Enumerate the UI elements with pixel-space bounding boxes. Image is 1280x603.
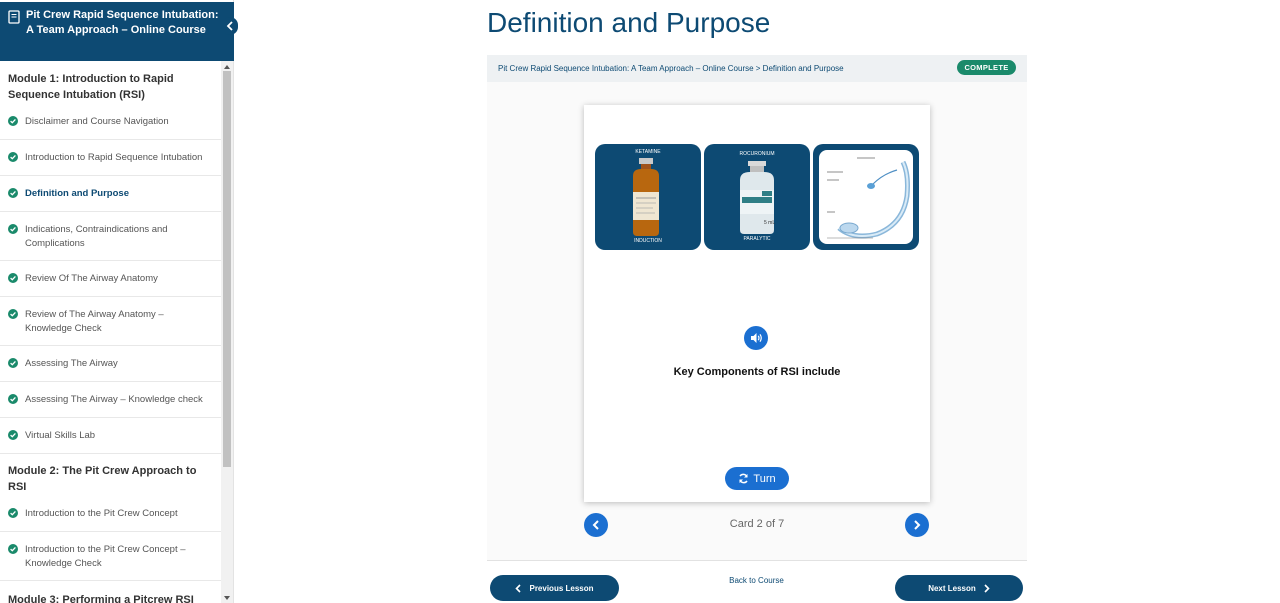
image-bottom-label: INDUCTION [634, 238, 662, 244]
collapse-sidebar-button[interactable] [222, 17, 238, 35]
lesson-item[interactable]: Review Of The Airway Anatomy [0, 272, 221, 297]
rocuronium-image: ROCURONIUM 5 mL PARALYTIC [704, 144, 810, 250]
module-title: Module 3: Performing a Pitcrew RSI [8, 594, 194, 603]
page-title: Definition and Purpose [487, 7, 771, 38]
turn-card-button[interactable]: Turn [725, 467, 789, 490]
course-header[interactable]: Pit Crew Rapid Sequence Intubation: A Te… [0, 2, 234, 61]
lesson-item[interactable]: Virtual Skills Lab [0, 429, 221, 454]
lesson-item[interactable]: Disclaimer and Course Navigation [0, 115, 221, 140]
image-bottom-label: PARALYTIC [743, 236, 771, 242]
course-title: Pit Crew Rapid Sequence Intubation: A Te… [26, 9, 219, 36]
scroll-up-arrow-icon[interactable] [224, 65, 230, 69]
breadcrumb[interactable]: Pit Crew Rapid Sequence Intubation: A Te… [498, 64, 844, 73]
previous-lesson-label: Previous Lesson [529, 583, 594, 593]
card-counter: Card 2 of 7 [729, 518, 785, 530]
lesson-item[interactable]: Review of The Airway Anatomy – Knowledge… [0, 308, 221, 346]
play-audio-button[interactable] [744, 326, 768, 350]
chevron-right-icon [984, 583, 990, 593]
footer-divider [487, 560, 1027, 561]
module-title: Module 1: Introduction to Rapid Sequence… [8, 73, 174, 101]
speaker-icon [750, 333, 762, 343]
lesson-label: Introduction to Rapid Sequence Intubatio… [25, 152, 203, 163]
check-circle-icon [8, 430, 18, 440]
next-lesson-label: Next Lesson [928, 583, 976, 593]
lesson-list: Module 1: Introduction to Rapid Sequence… [0, 61, 221, 603]
lesson-label: Virtual Skills Lab [25, 430, 96, 441]
back-to-course-link[interactable]: Back to Course [700, 576, 813, 585]
previous-card-button[interactable] [584, 513, 608, 537]
lesson-label: Indications, Contraindications and Compl… [25, 224, 168, 249]
next-lesson-button[interactable]: Next Lesson [895, 575, 1023, 601]
check-circle-icon [8, 116, 18, 126]
lesson-label: Disclaimer and Course Navigation [25, 116, 169, 127]
scrollbar-thumb[interactable] [223, 71, 231, 467]
check-circle-icon [8, 309, 18, 319]
ketamine-vial-image [633, 158, 659, 236]
status-badge: COMPLETE [957, 60, 1016, 75]
lesson-item[interactable]: Indications, Contraindications and Compl… [0, 223, 221, 261]
check-circle-icon [8, 224, 18, 234]
lesson-label: Introduction to the Pit Crew Concept [25, 508, 178, 519]
check-circle-icon [8, 508, 18, 518]
flashcard[interactable]: KETAMINE INDUCTION ROCURONIUM 5 mL PARAL… [584, 105, 930, 502]
lesson-label: Assessing The Airway [25, 358, 118, 369]
check-circle-icon [8, 273, 18, 283]
scroll-down-arrow-icon[interactable] [224, 596, 230, 600]
lesson-item[interactable]: Introduction to the Pit Crew Concept – K… [0, 543, 221, 581]
refresh-icon [739, 473, 749, 484]
vial-volume-label: 5 mL [764, 220, 775, 226]
rocuronium-vial-image: 5 mL [740, 161, 775, 234]
lesson-item[interactable]: Assessing The Airway – Knowledge check [0, 393, 221, 418]
lesson-label: Assessing The Airway – Knowledge check [25, 394, 203, 405]
previous-lesson-button[interactable]: Previous Lesson [490, 575, 619, 601]
turn-label: Turn [753, 472, 776, 485]
next-card-button[interactable] [905, 513, 929, 537]
module-title: Module 2: The Pit Crew Approach to RSI [8, 465, 197, 493]
flashcard-text: Key Components of RSI include [673, 366, 841, 378]
sidebar-scrollbar[interactable] [221, 61, 233, 603]
chevron-left-icon [592, 520, 599, 530]
breadcrumb-bar: Pit Crew Rapid Sequence Intubation: A Te… [487, 55, 1027, 82]
check-circle-icon [8, 358, 18, 368]
lesson-label: Review Of The Airway Anatomy [25, 273, 158, 284]
endotracheal-tube-image [813, 144, 919, 250]
lesson-item[interactable]: Assessing The Airway [0, 357, 221, 382]
chevron-right-icon [914, 520, 921, 530]
check-circle-icon [8, 188, 18, 198]
lesson-label: Introduction to the Pit Crew Concept – K… [25, 544, 186, 569]
chevron-left-icon [515, 583, 522, 593]
lesson-item[interactable]: Introduction to Rapid Sequence Intubatio… [0, 151, 221, 176]
check-circle-icon [8, 394, 18, 404]
lesson-label: Review of The Airway Anatomy – Knowledge… [25, 309, 164, 334]
check-circle-icon [8, 544, 18, 554]
book-icon [8, 10, 20, 24]
course-sidebar: Pit Crew Rapid Sequence Intubation: A Te… [0, 0, 238, 603]
ketamine-image: KETAMINE INDUCTION [595, 144, 701, 250]
check-circle-icon [8, 152, 18, 162]
chevron-left-icon [226, 21, 233, 31]
endotracheal-tube-diagram [819, 150, 913, 244]
lesson-item[interactable]: Introduction to the Pit Crew Concept [0, 507, 221, 532]
lesson-label: Definition and Purpose [25, 188, 129, 199]
lesson-item-active[interactable]: Definition and Purpose [0, 187, 221, 212]
